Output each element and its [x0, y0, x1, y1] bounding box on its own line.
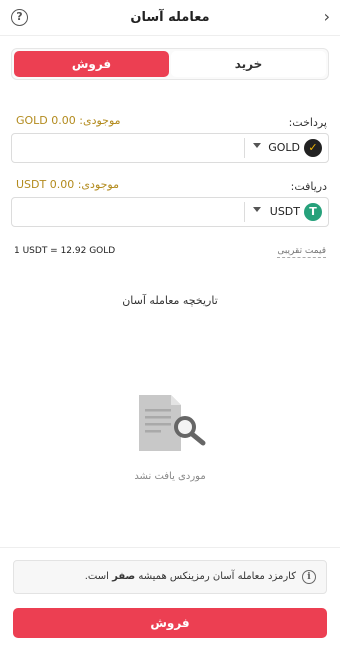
trade-type-tabs: فروش خرید — [11, 48, 329, 80]
exchange-rate-value: 1 USDT = 12.92 GOLD — [14, 246, 116, 256]
empty-state-text: موردی یافت نشد — [134, 471, 206, 482]
sell-submit-button[interactable]: فروش — [13, 608, 327, 638]
chevron-down-icon[interactable] — [253, 207, 261, 212]
history-title: تاریخچه معامله آسان — [122, 294, 218, 307]
pay-label: پرداخت: — [288, 116, 327, 129]
receive-balance: موجودی: 0.00 USDT — [16, 178, 120, 191]
document-search-icon — [139, 395, 206, 451]
chevron-down-icon[interactable] — [253, 143, 261, 148]
field-divider — [244, 138, 245, 158]
pay-balance: موجودی: 0.00 GOLD — [16, 114, 121, 127]
page-title: معامله آسان — [130, 10, 210, 25]
receive-label: دریافت: — [290, 180, 327, 193]
receive-currency-select[interactable]: USDT — [270, 205, 300, 218]
tab-buy[interactable]: خرید — [171, 51, 326, 77]
fee-notice: i کارمزد معامله آسان رمزینکس همیشه صفر ا… — [13, 560, 327, 594]
tab-sell[interactable]: فروش — [14, 51, 169, 77]
field-divider — [244, 202, 245, 222]
receive-amount-field[interactable]: USDT T — [11, 197, 329, 227]
pay-currency-select[interactable]: GOLD — [268, 141, 300, 154]
header-bar: ? معامله آسان › — [0, 0, 340, 36]
pay-amount-field[interactable]: GOLD ✓ — [11, 133, 329, 163]
fee-notice-text: کارمزد معامله آسان رمزینکس همیشه صفر است… — [84, 571, 296, 582]
usdt-tether-icon: T — [304, 203, 322, 221]
info-icon: i — [302, 570, 316, 584]
back-chevron-icon[interactable]: › — [324, 9, 330, 25]
exchange-rate-label: قیمت تقریبی — [277, 246, 326, 258]
gold-coin-icon: ✓ — [304, 139, 322, 157]
